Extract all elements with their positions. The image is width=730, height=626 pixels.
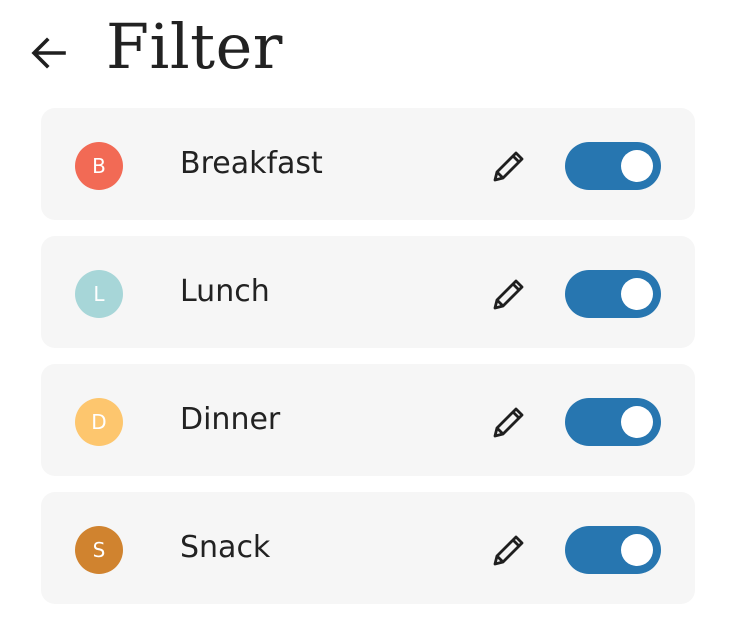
category-label: Lunch <box>180 274 270 309</box>
edit-button[interactable] <box>487 400 531 444</box>
pencil-icon <box>493 535 524 566</box>
toggle-knob <box>621 278 653 310</box>
category-toggle[interactable] <box>565 526 661 574</box>
category-avatar: S <box>75 526 123 574</box>
category-row-lunch: L Lunch <box>41 236 695 348</box>
back-button[interactable] <box>22 26 76 80</box>
arrow-left-icon <box>31 37 66 69</box>
toggle-knob <box>621 406 653 438</box>
category-row-snack: S Snack <box>41 492 695 604</box>
category-label: Dinner <box>180 402 281 437</box>
header: Filter <box>0 0 730 100</box>
category-toggle[interactable] <box>565 142 661 190</box>
category-row-breakfast: B Breakfast <box>41 108 695 220</box>
category-avatar: B <box>75 142 123 190</box>
edit-button[interactable] <box>487 528 531 572</box>
category-toggle[interactable] <box>565 270 661 318</box>
category-label: Breakfast <box>180 146 323 181</box>
category-label: Snack <box>180 530 271 565</box>
category-avatar: L <box>75 270 123 318</box>
toggle-knob <box>621 534 653 566</box>
page-title: Filter <box>106 10 283 83</box>
category-toggle[interactable] <box>565 398 661 446</box>
pencil-icon <box>493 279 524 310</box>
category-avatar: D <box>75 398 123 446</box>
pencil-icon <box>493 407 524 438</box>
category-row-dinner: D Dinner <box>41 364 695 476</box>
pencil-icon <box>493 151 524 182</box>
edit-button[interactable] <box>487 144 531 188</box>
edit-button[interactable] <box>487 272 531 316</box>
toggle-knob <box>621 150 653 182</box>
